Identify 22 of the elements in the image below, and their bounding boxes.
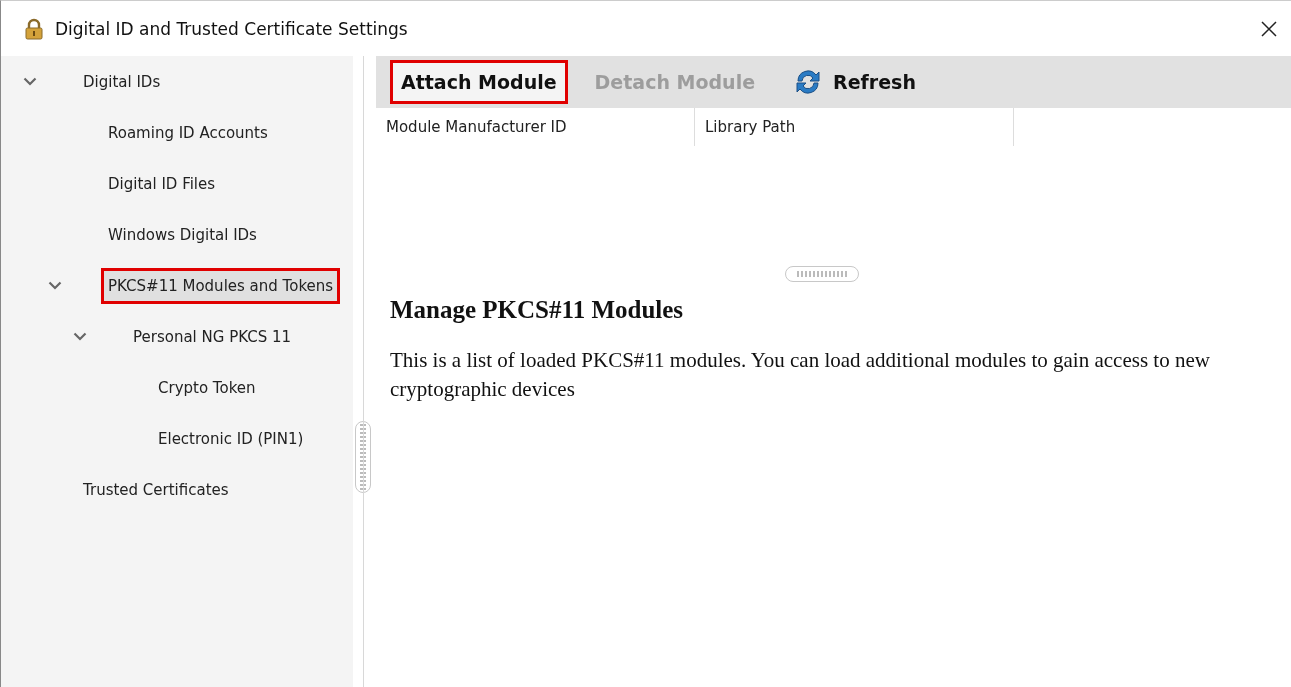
- tree-item[interactable]: Trusted Certificates: [76, 471, 236, 508]
- tree-item[interactable]: Electronic ID (PIN1): [151, 420, 311, 457]
- splitter-handle[interactable]: [784, 266, 859, 282]
- window-title: Digital ID and Trusted Certificate Settings: [55, 18, 409, 39]
- tree-item[interactable]: PKCS#11 Modules and Tokens: [101, 267, 341, 304]
- tree-item[interactable]: Digital ID Files: [101, 165, 223, 202]
- chevron-icon[interactable]: [73, 332, 87, 341]
- column-header[interactable]: Module Manufacturer ID: [376, 108, 695, 146]
- padlock-icon: [23, 17, 45, 40]
- tree-item[interactable]: Digital IDs: [76, 63, 168, 100]
- tree-item[interactable]: Crypto Token: [151, 369, 263, 406]
- description-text: This is a list of loaded PKCS#11 modules. You can load additional modules to gain access to new cryptographic devices: [390, 347, 1211, 403]
- tree-item[interactable]: Windows Digital IDs: [101, 216, 264, 253]
- column-header[interactable]: Library Path: [695, 108, 1014, 146]
- tree-item[interactable]: Personal NG PKCS 11: [126, 318, 299, 355]
- tree-item[interactable]: Roaming ID Accounts: [101, 114, 275, 151]
- close-icon[interactable]: [1261, 20, 1277, 37]
- refresh-button[interactable]: Refresh: [782, 56, 927, 108]
- section-heading: Manage PKCS#11 Modules: [390, 296, 685, 324]
- chevron-icon[interactable]: [23, 77, 37, 86]
- chevron-icon[interactable]: [48, 281, 62, 290]
- toolbar-button[interactable]: Attach Module: [390, 60, 568, 104]
